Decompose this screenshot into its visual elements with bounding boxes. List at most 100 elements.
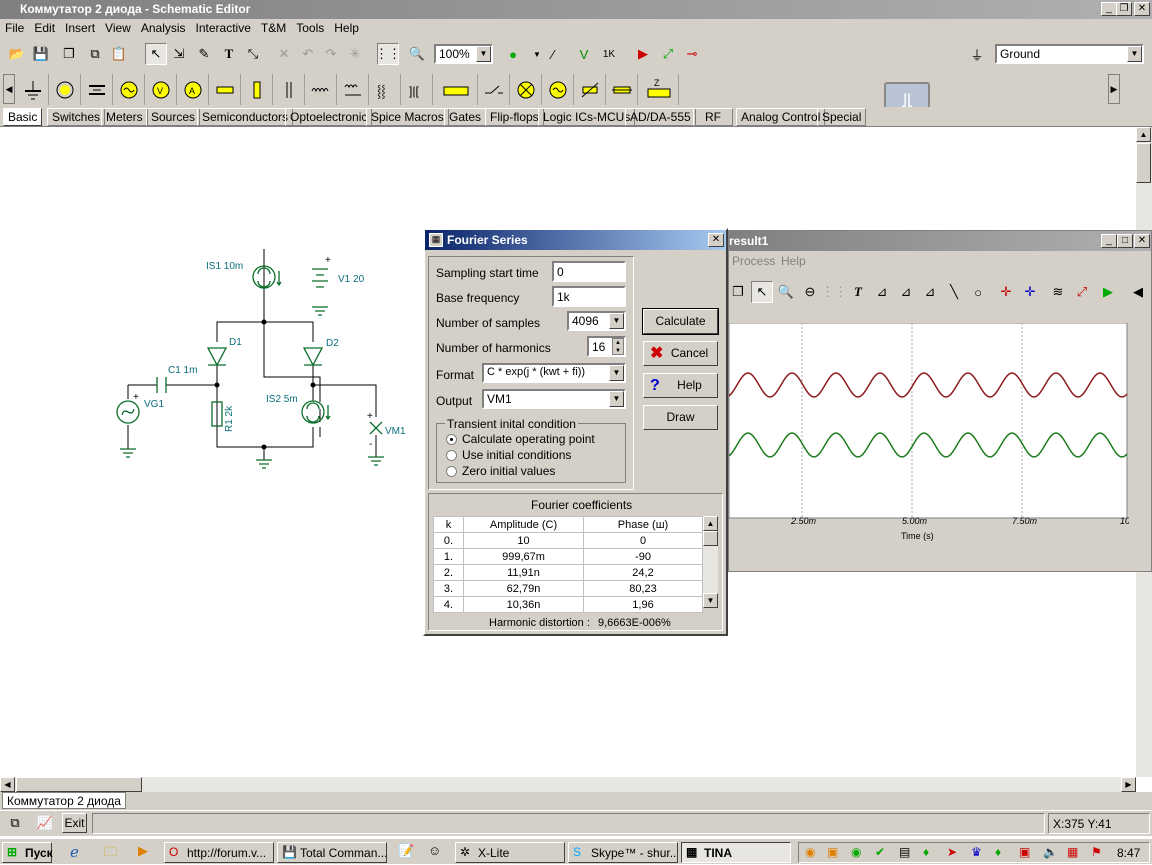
duplicate-icon[interactable]: ⧉ [84,43,106,65]
notepad-icon[interactable]: 📝 [398,843,414,859]
tray-arrow-icon[interactable]: ➤ [947,845,957,859]
paste-icon[interactable]: 📋 [108,43,130,65]
tray-download-icon[interactable]: ▣ [827,845,838,859]
graph-label2-icon[interactable]: ⊿ [895,281,917,303]
rotate-right-icon[interactable]: ↷ [320,43,342,65]
led-icon[interactable]: ▶ [632,43,654,65]
tab-flip-flops[interactable]: Flip-flops [485,108,544,126]
format-select[interactable]: C * exp(j * (kwt + fi)) ▼ [482,363,626,383]
scroll-left-arrow-icon[interactable]: ◀ [0,777,15,792]
signal-generator-icon[interactable] [543,74,574,105]
table-scrollbar[interactable]: ▲ ▼ [703,516,718,608]
tray-antivirus-icon[interactable]: ▦ [1067,845,1078,859]
table-scroll-thumb[interactable] [703,531,718,546]
ie-icon[interactable]: ℯ [70,843,79,861]
alien-icon[interactable]: ☺ [428,843,441,858]
table-row[interactable]: 4. 10,36n 1,96 [433,596,703,613]
ammeter-icon[interactable]: A [178,74,209,105]
tab-optoelectronic[interactable]: Optoelectronic [285,108,373,126]
potentiometer-icon[interactable] [242,74,273,105]
copy-icon[interactable]: ❐ [58,43,80,65]
table-row[interactable]: 1. 999,67m -90 [433,548,703,565]
tray-bottle-icon[interactable]: ♦ [923,845,929,859]
tray-flag-icon[interactable]: ⚑ [1091,845,1102,859]
tab-rf[interactable]: RF [693,108,733,126]
menu-edit[interactable]: Edit [29,19,60,37]
transformer-icon[interactable] [338,74,369,105]
task-forum[interactable]: Ohttp://forum.v... [164,842,274,863]
pin-icon[interactable]: ⊸ [681,43,703,65]
mirror-icon[interactable]: ✳ [344,43,366,65]
radio-zero-initial[interactable] [446,466,457,477]
graph-cursor-a-icon[interactable]: ✛ [995,281,1017,303]
scroll-up-icon[interactable]: ▲ [1136,127,1151,142]
hscroll-thumb[interactable] [16,777,142,792]
relay-icon[interactable] [434,74,478,105]
media-player-icon[interactable]: ▶ [138,843,148,859]
folder-icon[interactable]: 🗀 [104,843,117,865]
task-skype[interactable]: S Skype™ - shur... [568,842,678,863]
graph-annot-icon[interactable]: ⊿ [919,281,941,303]
menu-interactive[interactable]: Interactive [191,19,256,37]
menu-help[interactable]: Help [329,19,364,37]
zoom-icon[interactable]: 🔍 [406,43,428,65]
graph-zoom-100-icon[interactable]: ⊖ [799,281,821,303]
battery-icon[interactable] [82,74,113,105]
horizontal-scrollbar[interactable]: ◀ ▶ [0,777,1136,792]
transformer2-icon[interactable]: ]|[ [402,74,433,105]
voltage-source-icon[interactable] [50,74,81,105]
save-icon[interactable]: 💾 [30,43,52,65]
probe-icon[interactable]: ⁄ [542,43,564,65]
tab-spice-macros[interactable]: Spice Macros [366,108,449,126]
tray-shield-icon[interactable]: ♛ [971,845,982,859]
graph-zoom-in-icon[interactable]: 🔍 [775,281,797,303]
varistor-icon[interactable] [575,74,606,105]
draw-button[interactable]: Draw [643,405,718,430]
table-scroll-up-icon[interactable]: ▲ [703,516,718,531]
tray-check-icon[interactable]: ✔ [875,845,885,859]
graph-nav-left-icon[interactable]: ◀ [1127,281,1149,303]
start-button[interactable]: ⊞ Пуск [2,842,53,863]
ground-toggle-icon[interactable]: ⏚ [966,43,988,65]
menu-tm[interactable]: T&M [256,19,291,37]
graph-menu-process[interactable]: Process [732,254,775,268]
menu-file[interactable]: File [0,19,29,37]
rotate-left-icon[interactable]: ↶ [297,43,319,65]
graph-curves-icon[interactable]: ≋ [1047,281,1069,303]
tray-speaker-icon[interactable]: 🔈 [1043,845,1058,859]
menu-view[interactable]: View [100,19,136,37]
graph-circle-icon[interactable]: ○ [967,281,989,303]
graph-text-icon[interactable]: T [847,281,869,303]
menu-analysis[interactable]: Analysis [136,19,191,37]
capacitor-icon[interactable] [274,74,305,105]
graph-label-icon[interactable]: ⊿ [871,281,893,303]
table-scroll-down-icon[interactable]: ▼ [703,593,718,608]
wire-cut-icon[interactable]: ⤡ [242,43,264,65]
ground-comp-icon[interactable] [18,74,49,105]
output-select[interactable]: VM1 ▼ [482,389,626,409]
lamp-icon[interactable] [511,74,542,105]
tab-sources[interactable]: Sources [146,108,201,126]
zoom-select[interactable]: 100% ▼ [434,44,493,64]
tray-green-icon[interactable]: ◉ [851,845,861,859]
open-icon[interactable]: 📂 [6,43,28,65]
inductor-icon[interactable] [306,74,337,105]
tray-red-icon[interactable]: ▣ [1019,845,1030,859]
coupled-inductor-icon[interactable]: ⸾⸾ [370,74,401,105]
scroll-right-icon[interactable]: ▶ [1108,74,1120,104]
vg-source-icon[interactable]: V [146,74,177,105]
base-frequency-input[interactable]: 1k [552,286,626,307]
graph-close-button[interactable]: ✕ [1134,234,1150,248]
graph-cursor-b-icon[interactable]: ✛ [1019,281,1041,303]
schematic-mode-icon[interactable]: ⧉ [4,812,26,834]
grid-icon[interactable]: ⋮⋮ [375,43,401,65]
resistor-icon[interactable] [210,74,241,105]
table-row[interactable]: 3. 62,79n 80,23 [433,580,703,597]
radio-use-initial[interactable] [446,450,457,461]
text-icon[interactable]: T [218,43,240,65]
menu-insert[interactable]: Insert [60,19,100,37]
radio-calculate-op[interactable] [446,434,457,445]
close-button[interactable]: ✕ [1134,2,1150,16]
diagram-mode-icon[interactable]: 📈 [34,812,56,834]
fuse-icon[interactable] [607,74,638,105]
